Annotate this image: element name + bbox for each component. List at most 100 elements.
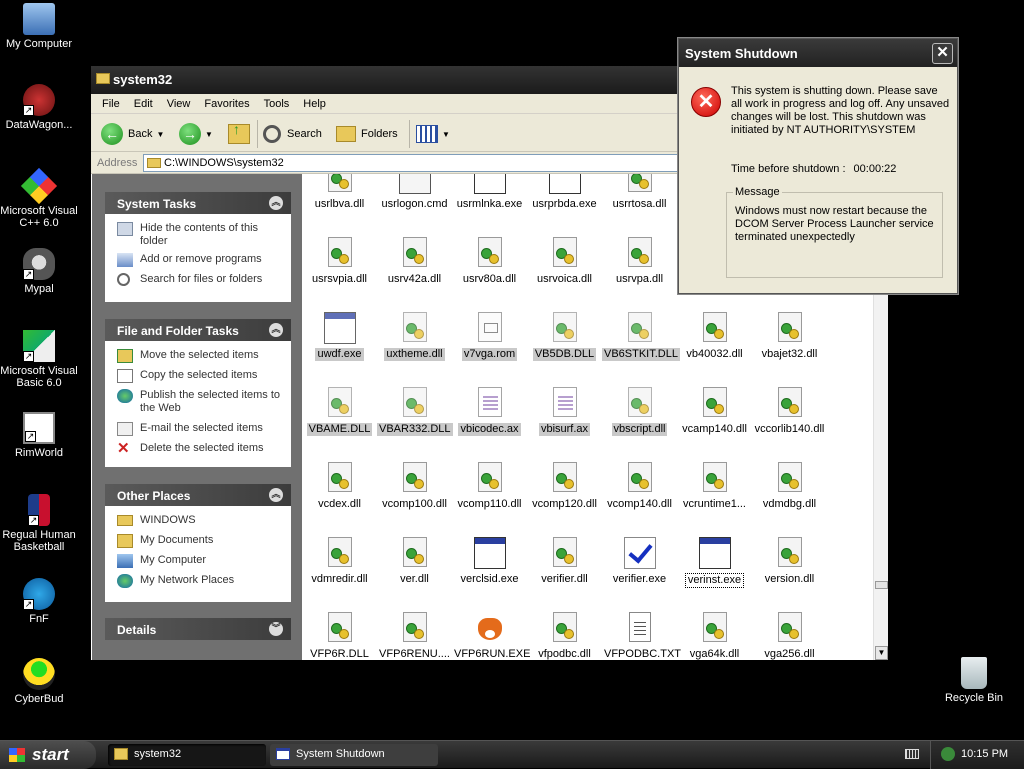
- file-item[interactable]: verclsid.exe: [452, 537, 527, 586]
- task-hide-contents[interactable]: Hide the contents of this folder: [117, 222, 285, 248]
- expand-icon[interactable]: ︾: [269, 622, 283, 636]
- file-item[interactable]: verinst.exe: [677, 537, 752, 588]
- system-tasks-header[interactable]: System Tasks ︽: [105, 192, 291, 214]
- task-move-items[interactable]: Move the selected items: [117, 349, 285, 363]
- menu-favorites[interactable]: Favorites: [197, 98, 256, 110]
- file-item[interactable]: VFP6RENU....: [377, 612, 452, 660]
- file-item[interactable]: usrvpa.dll: [602, 237, 677, 286]
- file-item[interactable]: vcomp140.dll: [602, 462, 677, 511]
- close-button[interactable]: ✕: [932, 43, 953, 64]
- file-item[interactable]: vbajet32.dll: [752, 312, 827, 361]
- file-item[interactable]: verifier.dll: [527, 537, 602, 586]
- file-item[interactable]: usrlbva.dll: [302, 174, 377, 211]
- task-delete-items[interactable]: ✕ Delete the selected items: [117, 441, 285, 456]
- place-windows[interactable]: WINDOWS: [117, 514, 285, 527]
- file-item[interactable]: vfpodbc.dll: [527, 612, 602, 660]
- file-item[interactable]: vcruntime1...: [677, 462, 752, 511]
- file-item[interactable]: vb40032.dll: [677, 312, 752, 361]
- desktop-icon-recycle-bin[interactable]: Recycle Bin: [935, 657, 1013, 704]
- file-item[interactable]: vcamp140.dll: [677, 387, 752, 436]
- forward-button[interactable]: → ▼: [179, 121, 213, 147]
- file-item[interactable]: usrmlnka.exe: [452, 174, 527, 211]
- file-item[interactable]: usrv80a.dll: [452, 237, 527, 286]
- file-item[interactable]: VFP6R.DLL: [302, 612, 377, 660]
- start-button[interactable]: start: [0, 741, 96, 769]
- file-item[interactable]: VFPODBC.TXT: [602, 612, 681, 660]
- file-item[interactable]: VB5DB.DLL: [527, 312, 602, 361]
- copy-icon: [117, 369, 133, 383]
- desktop-icon-visual-basic[interactable]: ↗ Microsoft Visual Basic 6.0: [0, 330, 78, 389]
- file-item[interactable]: vbisurf.ax: [527, 387, 602, 436]
- file-item[interactable]: verifier.exe: [602, 537, 677, 586]
- task-copy-items[interactable]: Copy the selected items: [117, 369, 285, 383]
- file-item[interactable]: vccorlib140.dll: [752, 387, 827, 436]
- desktop-icon-visual-cpp[interactable]: Microsoft Visual C++ 6.0: [0, 167, 78, 229]
- file-item[interactable]: vbicodec.ax: [452, 387, 527, 436]
- file-item[interactable]: vcomp110.dll: [452, 462, 527, 511]
- search-button[interactable]: Search: [263, 121, 322, 147]
- other-places-header[interactable]: Other Places ︽: [105, 484, 291, 506]
- collapse-icon[interactable]: ︽: [269, 196, 283, 210]
- file-item[interactable]: usrsvpia.dll: [302, 237, 377, 286]
- file-item[interactable]: vga256.dll: [752, 612, 827, 660]
- clock[interactable]: 10:15 PM: [961, 748, 1008, 760]
- details-header[interactable]: Details ︾: [105, 618, 291, 640]
- dialog-titlebar[interactable]: System Shutdown ✕: [679, 39, 957, 67]
- taskbar-button-system32[interactable]: system32: [108, 744, 266, 766]
- visual-basic-icon: ↗: [23, 330, 55, 362]
- scrollbar-thumb[interactable]: [875, 581, 888, 589]
- desktop-icon-datawagon[interactable]: ↗ DataWagon...: [0, 84, 78, 131]
- file-item[interactable]: VFP6RUN.EXE: [452, 612, 530, 660]
- collapse-icon[interactable]: ︽: [269, 323, 283, 337]
- file-item[interactable]: vdmdbg.dll: [752, 462, 827, 511]
- place-my-documents[interactable]: My Documents: [117, 534, 285, 548]
- desktop-icon-my-computer[interactable]: My Computer: [0, 3, 78, 50]
- scroll-down-arrow[interactable]: ▼: [875, 646, 888, 660]
- file-item[interactable]: vdmredir.dll: [302, 537, 377, 586]
- file-item[interactable]: usrrtosa.dll: [602, 174, 677, 211]
- taskbar-button-system-shutdown[interactable]: System Shutdown: [270, 744, 438, 766]
- up-folder-button[interactable]: ↑: [228, 121, 250, 147]
- file-item[interactable]: uwdf.exe: [302, 312, 377, 361]
- file-item[interactable]: usrprbda.exe: [527, 174, 602, 211]
- file-item[interactable]: VBAME.DLL: [302, 387, 377, 436]
- place-my-computer[interactable]: My Computer: [117, 554, 285, 568]
- task-add-remove-programs[interactable]: Add or remove programs: [117, 253, 285, 267]
- file-item[interactable]: usrv42a.dll: [377, 237, 452, 286]
- file-folder-tasks-header[interactable]: File and Folder Tasks ︽: [105, 319, 291, 341]
- file-item[interactable]: usrlogon.cmd: [377, 174, 452, 211]
- menu-file[interactable]: File: [95, 98, 127, 110]
- keyboard-icon[interactable]: [905, 749, 919, 759]
- task-publish-web[interactable]: Publish the selected items to the Web: [117, 389, 285, 415]
- desktop-icon-mypal[interactable]: ↗ Mypal: [0, 248, 78, 295]
- file-item[interactable]: v7vga.rom: [452, 312, 527, 361]
- views-button[interactable]: ▼: [416, 121, 450, 147]
- menu-view[interactable]: View: [160, 98, 198, 110]
- task-email-items[interactable]: E-mail the selected items: [117, 422, 285, 436]
- file-item[interactable]: VBAR332.DLL: [377, 387, 453, 436]
- file-item[interactable]: ver.dll: [377, 537, 452, 586]
- file-item[interactable]: uxtheme.dll: [377, 312, 452, 361]
- network-tray-icon[interactable]: [941, 747, 955, 761]
- file-item[interactable]: VB6STKIT.DLL: [602, 312, 680, 361]
- collapse-icon[interactable]: ︽: [269, 488, 283, 502]
- menu-edit[interactable]: Edit: [127, 98, 160, 110]
- file-item[interactable]: vbscript.dll: [602, 387, 677, 436]
- menu-tools[interactable]: Tools: [257, 98, 297, 110]
- file-item[interactable]: vcdex.dll: [302, 462, 377, 511]
- file-item[interactable]: version.dll: [752, 537, 827, 586]
- desktop-icon-regual-human-basketball[interactable]: ↗ Regual Human Basketball: [0, 494, 78, 553]
- desktop-icon-fnf[interactable]: ↗ FnF: [0, 578, 78, 625]
- file-item[interactable]: vcomp100.dll: [377, 462, 452, 511]
- file-item[interactable]: vcomp120.dll: [527, 462, 602, 511]
- file-item[interactable]: usrvoica.dll: [527, 237, 602, 286]
- menu-help[interactable]: Help: [296, 98, 333, 110]
- views-icon: [416, 125, 438, 143]
- task-search-files[interactable]: Search for files or folders: [117, 273, 285, 286]
- desktop-icon-cyberbud[interactable]: CyberBud: [0, 658, 78, 705]
- place-my-network-places[interactable]: My Network Places: [117, 574, 285, 588]
- desktop-icon-rimworld[interactable]: ↗ RimWorld: [0, 412, 78, 459]
- file-item[interactable]: vga64k.dll: [677, 612, 752, 660]
- back-button[interactable]: ← Back ▼: [101, 121, 164, 147]
- folders-button[interactable]: Folders: [336, 121, 398, 147]
